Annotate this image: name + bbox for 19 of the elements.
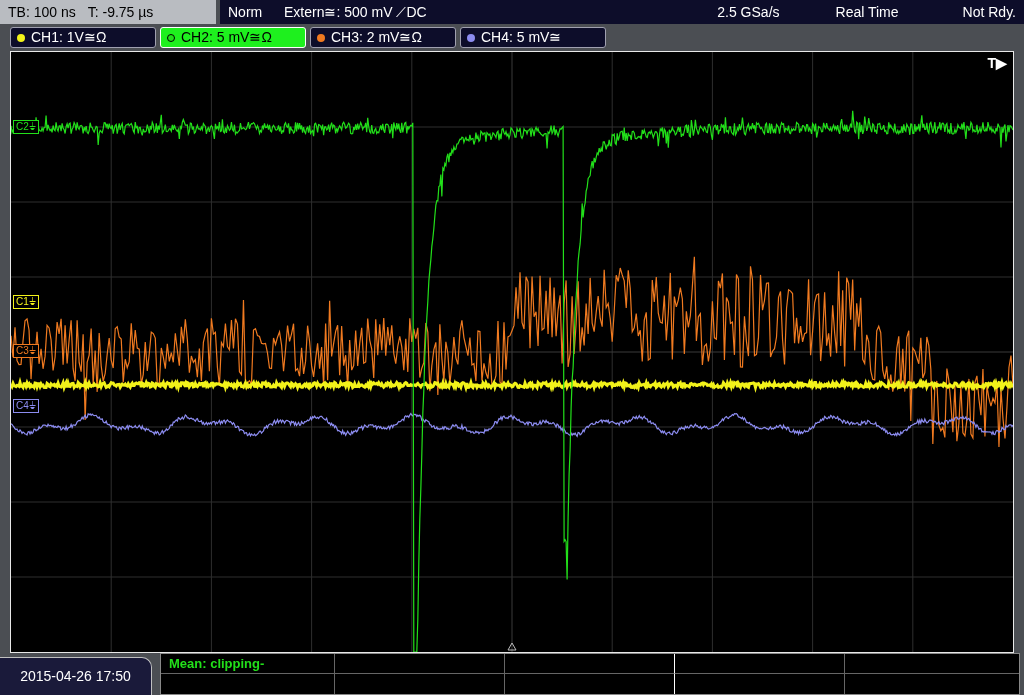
channel-marker: C4⏚ bbox=[13, 399, 39, 413]
measurement-cell: Mean: clipping- bbox=[161, 654, 335, 674]
channel-marker: C1⏚ bbox=[13, 295, 39, 309]
timebase-label: TB: 100 ns bbox=[8, 2, 76, 22]
channel-tab[interactable]: CH4: 5 mV≅ bbox=[460, 27, 606, 48]
channel-tab[interactable]: CH3: 2 mV≅Ω bbox=[310, 27, 456, 48]
trigger-source-label: Extern≅: 500 mV ⟋DC bbox=[284, 2, 427, 22]
channel-marker: C2⏚ bbox=[13, 120, 39, 134]
acquisition-mode-label: Real Time bbox=[835, 2, 899, 22]
trigger-position-label: T▶ bbox=[987, 54, 1007, 73]
trigger-marker-icon bbox=[507, 642, 517, 651]
date-time-label: 2015-04-26 17:50 bbox=[20, 667, 131, 686]
channel-tab[interactable]: CH2: 5 mV≅Ω bbox=[160, 27, 306, 48]
trigger-time-label: T: -9.75 µs bbox=[87, 2, 154, 22]
acquisition-state-label: Not Rdy. bbox=[962, 2, 1016, 22]
trigger-mode-label: Norm bbox=[228, 2, 264, 22]
channel-tab[interactable]: CH1: 1V≅Ω bbox=[10, 27, 156, 48]
sample-rate-label: 2.5 GSa/s bbox=[717, 2, 780, 22]
channel-marker: C3⏚ bbox=[13, 344, 39, 358]
